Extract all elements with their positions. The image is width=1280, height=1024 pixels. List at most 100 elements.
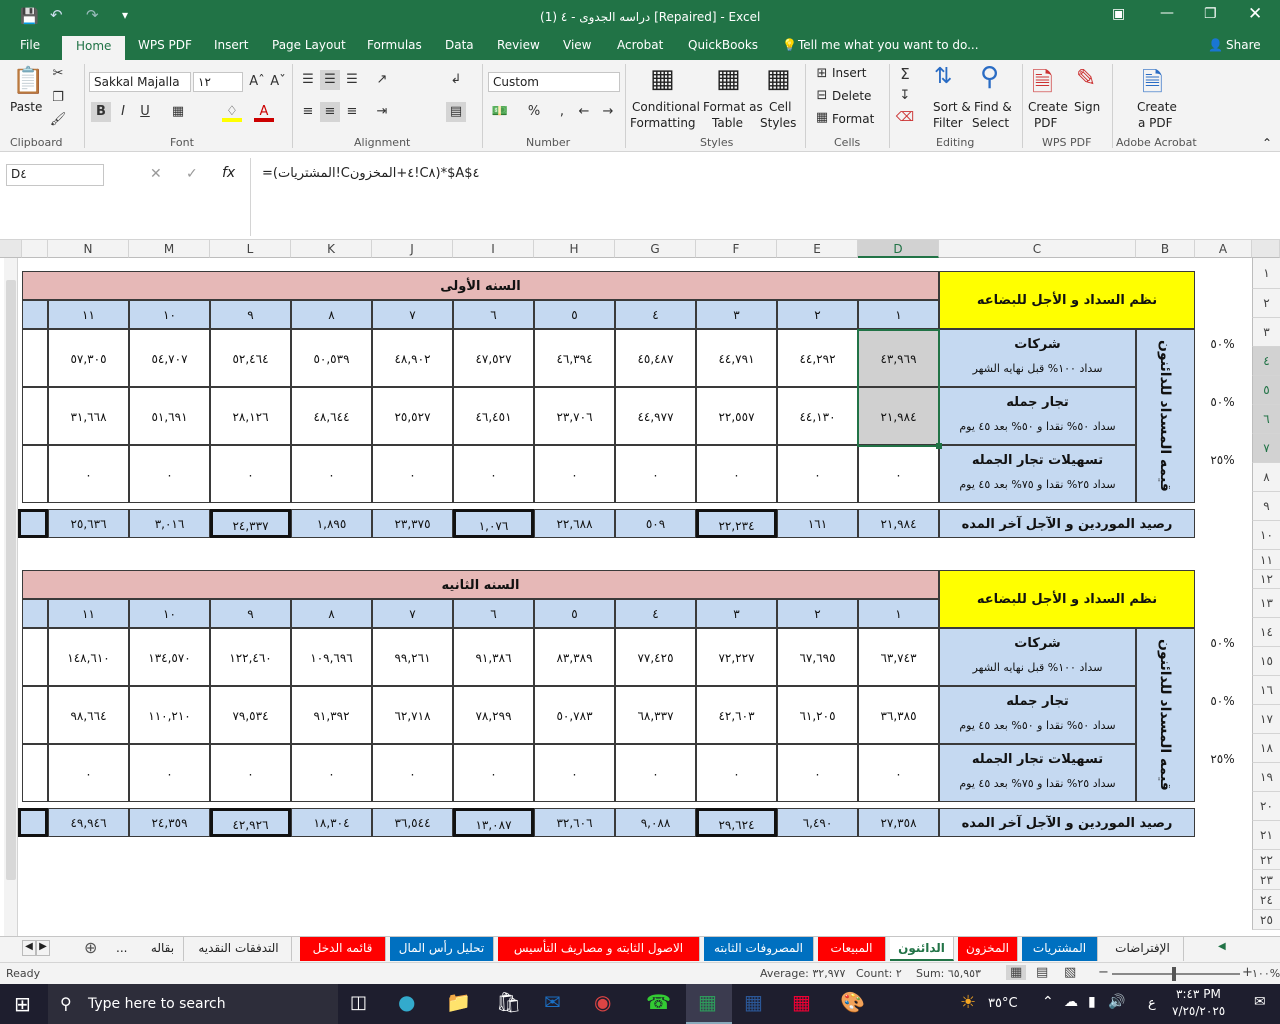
data-cell[interactable]: ٩٩,٢٦١ [372, 628, 453, 686]
indent-icon[interactable]: ⇥ [372, 102, 392, 122]
data-cell[interactable]: ٤٤,٧٩١ [696, 329, 777, 387]
col-header[interactable]: N [48, 240, 129, 258]
clock-date[interactable]: ٧/٢٥/٢٠٢٥ [1172, 1004, 1225, 1018]
notifications-icon[interactable]: ✉ [1254, 994, 1266, 1010]
page-layout-view-icon[interactable]: ▤ [1036, 965, 1048, 980]
row-header[interactable]: ٢١ [1252, 821, 1280, 850]
month-number[interactable]: ٢ [777, 300, 858, 329]
formula-input[interactable]: =(المشتريات!C٤+المخزون!C٨)*$A$٤ [262, 166, 480, 181]
data-cell[interactable]: ٢٨,١٢٦ [210, 387, 291, 445]
whatsapp-icon[interactable]: ☎ [646, 990, 671, 1014]
data-cell[interactable]: ٧٢,٢٢٧ [696, 628, 777, 686]
decrease-decimal-icon[interactable]: → [598, 102, 618, 122]
data-cell[interactable]: ٧٧,٤٢٥ [615, 628, 696, 686]
partial-cell[interactable] [22, 628, 48, 686]
create-pdf-label-2[interactable]: PDF [1034, 116, 1057, 131]
font-size-select[interactable]: ١٢ [193, 72, 243, 92]
total-cell[interactable]: ١٦١ [777, 509, 858, 538]
scrollbar-thumb[interactable] [6, 280, 16, 880]
data-cell[interactable]: ٩٨,٦٦٤ [48, 686, 129, 744]
data-cell[interactable]: ٠ [858, 744, 939, 802]
tray-chevron-icon[interactable]: ⌃ [1042, 994, 1054, 1010]
sheet-tab[interactable]: قائمه الدخل [300, 937, 386, 961]
ribbon-display-icon[interactable]: ▣ [1112, 6, 1125, 22]
align-top-icon[interactable]: ☰ [298, 70, 318, 90]
col-header[interactable]: I [453, 240, 534, 258]
month-number[interactable]: ٧ [372, 599, 453, 628]
terms-row-label[interactable]: تسهيلات تجار الجمله سداد ٢٥% نقدا و ٧٥% ب… [939, 744, 1136, 802]
data-cell[interactable]: ١٤٨,٦١٠ [48, 628, 129, 686]
row-header[interactable]: ٢ [1252, 289, 1280, 318]
sheet-tab[interactable]: المصروفات الثابته [704, 937, 814, 961]
row-header[interactable]: ٢٠ [1252, 792, 1280, 821]
format-painter-icon[interactable]: 🖌 [48, 110, 68, 130]
data-cell[interactable]: ١٠٩,٦٩٦ [291, 628, 372, 686]
conditional-formatting-label-2[interactable]: Formatting [630, 116, 696, 131]
windows-start-icon[interactable]: ⊞ [14, 992, 31, 1016]
file-explorer-icon[interactable]: 📁 [446, 990, 471, 1014]
format-as-table-icon[interactable]: ▦ [716, 64, 741, 94]
cut-icon[interactable]: ✂ [48, 64, 68, 84]
data-cell[interactable]: ٤٥,٤٨٧ [615, 329, 696, 387]
data-cell[interactable]: ٠ [291, 445, 372, 503]
total-cell[interactable]: ١,٠٧٦ [453, 509, 534, 538]
restore-icon[interactable]: ❐ [1204, 6, 1217, 22]
data-cell[interactable]: ٥١,٦٩١ [129, 387, 210, 445]
scroll-sheets-icon[interactable]: ◀ [1218, 941, 1226, 952]
data-cell[interactable]: ٦٣,٧٤٣ [858, 628, 939, 686]
row-header[interactable]: ١٨ [1252, 734, 1280, 763]
create-pdf-label[interactable]: Create [1028, 100, 1068, 115]
data-cell[interactable]: ٥٢,٤٦٤ [210, 329, 291, 387]
clear-icon[interactable]: ⌫ [895, 108, 915, 128]
row-header[interactable]: ١ [1252, 258, 1280, 289]
total-cell[interactable]: ٢١,٩٨٤ [858, 509, 939, 538]
sign-icon[interactable]: ✎ [1076, 64, 1096, 92]
edge-icon[interactable]: ● [398, 990, 415, 1014]
side-label[interactable]: قيمه المسداد للدائنون [1136, 628, 1195, 802]
decrease-font-icon[interactable]: Aˇ [268, 72, 288, 92]
row-header[interactable]: ١٧ [1252, 705, 1280, 734]
battery-icon[interactable]: ▮ [1088, 994, 1096, 1010]
fill-color-icon[interactable]: ♢ [222, 102, 242, 122]
col-header[interactable]: G [615, 240, 696, 258]
share-button[interactable]: Share [1226, 38, 1261, 52]
fill-icon[interactable]: ↧ [895, 86, 915, 106]
payment-terms-header[interactable]: نظم السداد و الأجل للبضاعه [939, 271, 1195, 329]
col-header[interactable]: A [1195, 240, 1252, 258]
tab-wps-pdf[interactable]: WPS PDF [138, 38, 192, 52]
align-bottom-icon[interactable]: ☰ [342, 70, 362, 90]
data-cell[interactable]: ١٢٢,٤٦٠ [210, 628, 291, 686]
data-cell[interactable]: ٧٩,٥٣٤ [210, 686, 291, 744]
side-label[interactable]: قيمه المسداد للدائنون [1136, 329, 1195, 503]
tab-page-layout[interactable]: Page Layout [272, 38, 346, 52]
prev-sheet-icon[interactable]: ◀ [22, 940, 36, 956]
data-cell[interactable]: ٤٤,٩٧٧ [615, 387, 696, 445]
data-cell[interactable]: ٤٦,٣٩٤ [534, 329, 615, 387]
data-cell[interactable]: ٠ [696, 744, 777, 802]
sheet-tab[interactable]: المشتريات [1022, 937, 1098, 961]
data-cell[interactable]: ٩١,٣٩٢ [291, 686, 372, 744]
outlook-icon[interactable]: ✉ [544, 990, 561, 1014]
paint-icon[interactable]: 🎨 [840, 990, 865, 1014]
month-number[interactable]: ٦ [453, 300, 534, 329]
find-select-label-2[interactable]: Select [972, 116, 1009, 131]
sort-filter-label-2[interactable]: Filter [933, 116, 963, 131]
total-cell[interactable]: ١٣,٠٨٧ [453, 808, 534, 837]
tab-view[interactable]: View [563, 38, 591, 52]
tab-acrobat[interactable]: Acrobat [617, 38, 663, 52]
terms-row-label[interactable]: شركات سداد ١٠٠% قبل نهايه الشهر [939, 628, 1136, 686]
month-number[interactable]: ١١ [48, 599, 129, 628]
tell-me-search[interactable]: Tell me what you want to do... [798, 38, 979, 52]
row-header[interactable]: ٤ [1252, 347, 1280, 376]
currency-icon[interactable]: 💵 [490, 102, 510, 122]
store-icon[interactable]: 🛍 [496, 990, 521, 1014]
total-cell[interactable]: ٣,٠١٦ [129, 509, 210, 538]
row-header[interactable]: ٦ [1252, 405, 1280, 434]
total-cell[interactable]: ٢٣,٣٧٥ [372, 509, 453, 538]
row-header[interactable]: ٥ [1252, 376, 1280, 405]
cell-styles-icon[interactable]: ▦ [766, 64, 791, 94]
data-cell[interactable]: ٣١,٦٦٨ [48, 387, 129, 445]
fill-handle[interactable] [936, 443, 942, 449]
total-cell[interactable]: ٢٧,٣٥٨ [858, 808, 939, 837]
find-select-label[interactable]: Find & [974, 100, 1012, 115]
